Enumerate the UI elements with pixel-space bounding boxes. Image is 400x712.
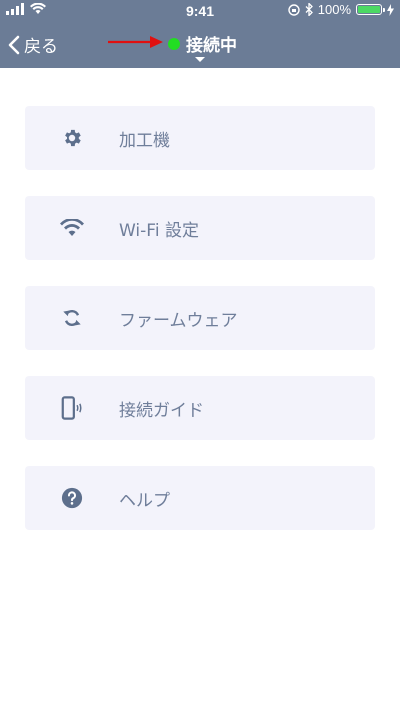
charging-icon <box>387 3 394 16</box>
connection-status-label: 接続中 <box>186 36 237 56</box>
chevron-left-icon <box>8 35 20 54</box>
back-button[interactable]: 戻る <box>8 32 58 57</box>
menu-item-wifi-settings[interactable]: Wi-Fi 設定 <box>25 196 375 260</box>
connection-status-toggle[interactable]: 接続中 <box>168 31 237 56</box>
phone-vibrate-icon <box>60 396 84 420</box>
menu-item-firmware[interactable]: ファームウェア <box>25 286 375 350</box>
caret-down-icon[interactable] <box>195 57 205 62</box>
menu-item-label: 接続ガイド <box>119 400 204 421</box>
gear-icon <box>60 126 84 150</box>
battery-fill <box>358 6 380 13</box>
top-bar: 9:41 100% 戻る 接続中 <box>0 0 400 68</box>
status-bar: 9:41 100% <box>0 0 400 22</box>
annotation-arrow-icon <box>108 36 163 48</box>
bluetooth-icon <box>305 3 313 16</box>
back-label: 戻る <box>24 37 58 57</box>
navigation-bar: 戻る 接続中 <box>0 22 400 68</box>
sync-icon <box>60 306 84 330</box>
menu-item-help[interactable]: ヘルプ <box>25 466 375 530</box>
status-right: 100% <box>288 2 394 17</box>
menu-list: 加工機 Wi-Fi 設定 ファームウェア 接続ガイド ヘルプ <box>25 106 375 556</box>
connection-dot-icon <box>168 37 180 50</box>
battery-icon <box>356 4 385 15</box>
menu-item-connection-guide[interactable]: 接続ガイド <box>25 376 375 440</box>
menu-item-label: Wi-Fi 設定 <box>119 220 199 241</box>
menu-item-label: 加工機 <box>119 130 170 151</box>
wifi-icon <box>60 216 84 240</box>
question-circle-icon <box>60 486 84 510</box>
menu-item-label: ファームウェア <box>119 310 238 331</box>
orientation-lock-icon <box>288 3 300 16</box>
menu-item-label: ヘルプ <box>119 490 170 511</box>
menu-item-machine[interactable]: 加工機 <box>25 106 375 170</box>
battery-percent: 100% <box>317 2 351 17</box>
